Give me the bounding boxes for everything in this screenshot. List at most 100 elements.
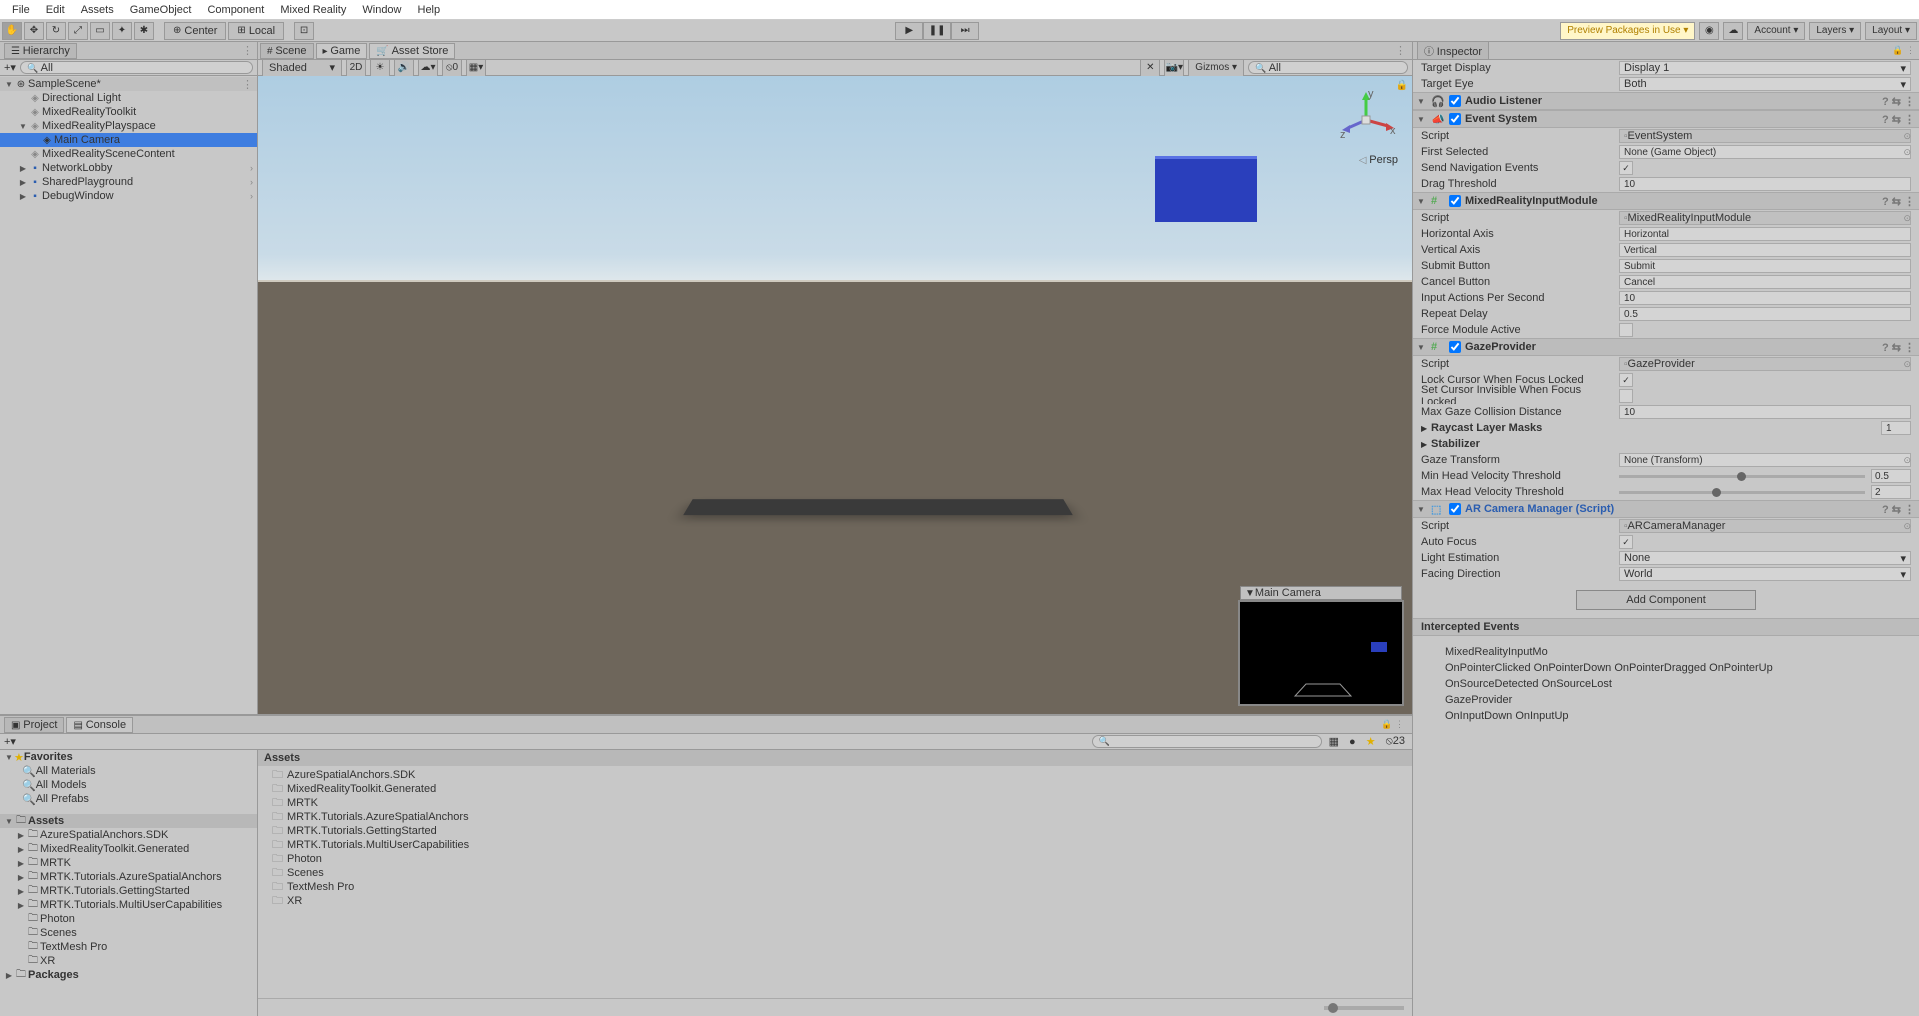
tools-button[interactable]: ✕ — [1140, 59, 1160, 77]
menu-assets[interactable]: Assets — [73, 4, 122, 16]
fav-item[interactable]: 🔍 All Materials — [0, 764, 257, 778]
inspector-tab[interactable]: ⓘ Inspector — [1417, 42, 1489, 60]
input-actions-field[interactable]: 10 — [1619, 291, 1911, 305]
cloud-button[interactable]: ☁ — [1723, 22, 1743, 40]
target-eye-field[interactable]: Both▾ — [1619, 77, 1911, 91]
first-selected-field[interactable]: None (Game Object) — [1619, 145, 1911, 159]
preview-packages-button[interactable]: Preview Packages in Use ▾ — [1560, 22, 1695, 40]
assets-folder-item[interactable]: 🗀 MixedRealityToolkit.Generated — [258, 782, 1412, 796]
gaze-distance-field[interactable]: 10 — [1619, 405, 1911, 419]
menu-help[interactable]: Help — [410, 4, 449, 16]
cursor-invisible-checkbox[interactable] — [1619, 389, 1633, 403]
scene-root[interactable]: ▼⊛SampleScene* ⋮ — [0, 77, 257, 91]
gaze-transform-field[interactable]: None (Transform) — [1619, 453, 1911, 467]
local-toggle[interactable]: ⊞ Local — [228, 22, 284, 40]
target-display-field[interactable]: Display 1▾ — [1619, 61, 1911, 75]
assets-folder-item[interactable]: 🗀 AzureSpatialAnchors.SDK — [258, 768, 1412, 782]
hierarchy-item-debugwindow[interactable]: ▶▪DebugWindow› — [0, 189, 257, 203]
assets-folder-item[interactable]: 🗀 MRTK.Tutorials.AzureSpatialAnchors — [258, 810, 1412, 824]
pause-button[interactable]: ❚❚ — [923, 22, 951, 40]
hierarchy-item-playspace[interactable]: ▼◈MixedRealityPlayspace — [0, 119, 257, 133]
assets-folder-item[interactable]: 🗀 MRTK — [258, 796, 1412, 810]
scene-view[interactable]: 🔒 y x z ◁ Persp ▼ Main Camera — [258, 76, 1412, 714]
draw-mode-dropdown[interactable]: Shaded ▾ — [262, 59, 342, 77]
scene-search[interactable]: 🔍 All — [1248, 61, 1408, 74]
hierarchy-item-mrtk[interactable]: ◈MixedRealityToolkit — [0, 105, 257, 119]
ar-camera-manager-component[interactable]: ▼⬚AR Camera Manager (Script)? ⇆ ⋮ — [1413, 500, 1919, 518]
assets-folder-item[interactable]: 🗀 Scenes — [258, 866, 1412, 880]
audio-toggle[interactable]: 🔊 — [394, 59, 414, 77]
menu-window[interactable]: Window — [354, 4, 409, 16]
hierarchy-item-scenecontent[interactable]: ◈MixedRealitySceneContent — [0, 147, 257, 161]
2d-toggle[interactable]: 2D — [346, 59, 366, 77]
project-search2[interactable]: 🔍 — [1092, 735, 1322, 748]
assets-folder-item[interactable]: 🗀 XR — [258, 894, 1412, 908]
asset-store-tab[interactable]: 🛒 Asset Store — [369, 43, 455, 59]
fav-item[interactable]: 🔍 All Prefabs — [0, 792, 257, 806]
hand-tool[interactable]: ✋ — [2, 22, 22, 40]
drag-threshold-field[interactable]: 10 — [1619, 177, 1911, 191]
camera-button[interactable]: 📷▾ — [1164, 59, 1184, 77]
horizontal-axis-field[interactable]: Horizontal — [1619, 227, 1911, 241]
account-dropdown[interactable]: Account ▾ — [1747, 22, 1805, 40]
hierarchy-item-sharedplayground[interactable]: ▶▪SharedPlayground› — [0, 175, 257, 189]
min-head-slider[interactable] — [1619, 475, 1865, 478]
cancel-button-field[interactable]: Cancel — [1619, 275, 1911, 289]
layers-dropdown[interactable]: Layers ▾ — [1809, 22, 1861, 40]
thumbnail-slider2[interactable] — [258, 998, 1412, 1016]
hierarchy-item-networklobby[interactable]: ▶▪NetworkLobby› — [0, 161, 257, 175]
hierarchy-search[interactable]: 🔍 All — [20, 61, 253, 74]
create-button[interactable]: +▾ — [4, 61, 16, 74]
lock-icon[interactable]: 🔒 — [1396, 80, 1408, 91]
assets-folder-item[interactable]: 🗀 MRTK.Tutorials.GettingStarted — [258, 824, 1412, 838]
transform-tool[interactable]: ✦ — [112, 22, 132, 40]
dot-filter-icon[interactable]: ● — [1346, 736, 1359, 748]
assets-folder-item[interactable]: 🗀 TextMesh Pro — [258, 880, 1412, 894]
rotate-tool[interactable]: ↻ — [46, 22, 66, 40]
pivot-toggle[interactable]: ⊕ Center — [164, 22, 226, 40]
scale-tool[interactable]: ⤢ — [68, 22, 88, 40]
vertical-axis-field[interactable]: Vertical — [1619, 243, 1911, 257]
collab-button[interactable]: ◉ — [1699, 22, 1719, 40]
favorites-group[interactable]: ▼★ Favorites — [0, 750, 257, 764]
project-tab2[interactable]: ▣ Project — [4, 717, 64, 733]
force-module-checkbox[interactable] — [1619, 323, 1633, 337]
send-nav-checkbox[interactable]: ✓ — [1619, 161, 1633, 175]
rect-tool[interactable]: ▭ — [90, 22, 110, 40]
lighting-toggle[interactable]: ☀ — [370, 59, 390, 77]
intercepted-events-header[interactable]: Intercepted Events — [1413, 618, 1919, 636]
custom-tool[interactable]: ✱ — [134, 22, 154, 40]
hierarchy-item-directional-light[interactable]: ◈Directional Light — [0, 91, 257, 105]
hierarchy-tab[interactable]: ☰ Hierarchy — [4, 43, 77, 59]
menu-gameobject[interactable]: GameObject — [122, 4, 200, 16]
project-create-button2[interactable]: +▾ — [4, 735, 16, 748]
scene-tab[interactable]: # Scene — [260, 43, 314, 59]
packages-group[interactable]: ▶🗀 Packages — [0, 968, 257, 982]
lock-cursor-checkbox[interactable]: ✓ — [1619, 373, 1633, 387]
fav-item[interactable]: 🔍 All Models — [0, 778, 257, 792]
menu-file[interactable]: File — [4, 4, 38, 16]
hidden-toggle[interactable]: ⦸0 — [442, 59, 462, 77]
audio-listener-component[interactable]: ▼🎧Audio Listener? ⇆ ⋮ — [1413, 92, 1919, 110]
input-module-component[interactable]: ▼#MixedRealityInputModule? ⇆ ⋮ — [1413, 192, 1919, 210]
hierarchy-item-main-camera[interactable]: ◈Main Camera — [0, 133, 257, 147]
menu-edit[interactable]: Edit — [38, 4, 73, 16]
snap-toggle[interactable]: ⊡ — [294, 22, 314, 40]
game-tab[interactable]: ▸ Game — [316, 43, 368, 59]
filter-icon2[interactable]: ▦ — [1326, 735, 1342, 748]
auto-focus-checkbox[interactable]: ✓ — [1619, 535, 1633, 549]
layout-dropdown[interactable]: Layout ▾ — [1865, 22, 1917, 40]
fx-toggle[interactable]: ☁▾ — [418, 59, 438, 77]
add-component-button[interactable]: Add Component — [1576, 590, 1756, 610]
menu-mixed-reality[interactable]: Mixed Reality — [272, 4, 354, 16]
repeat-delay-field[interactable]: 0.5 — [1619, 307, 1911, 321]
gaze-provider-component[interactable]: ▼#GazeProvider? ⇆ ⋮ — [1413, 338, 1919, 356]
console-tab2[interactable]: ▤ Console — [66, 717, 133, 733]
assets-folder-item[interactable]: 🗀 MRTK.Tutorials.MultiUserCapabilities — [258, 838, 1412, 852]
max-head-slider[interactable] — [1619, 491, 1865, 494]
project-tree-item[interactable]: 🗀 XR — [0, 954, 257, 968]
grid-toggle[interactable]: ▦▾ — [466, 59, 486, 77]
persp-label[interactable]: ◁ Persp — [1359, 154, 1398, 166]
move-tool[interactable]: ✥ — [24, 22, 44, 40]
gizmos-dropdown[interactable]: Gizmos ▾ — [1188, 59, 1244, 77]
